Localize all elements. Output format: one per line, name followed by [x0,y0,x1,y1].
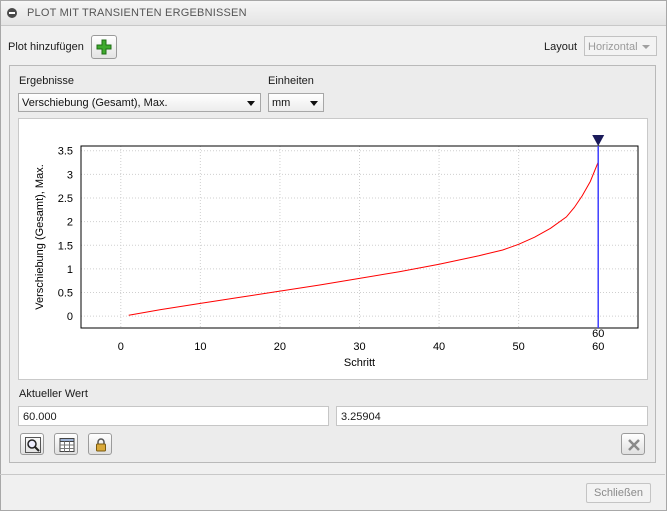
current-y-field[interactable]: 3.25904 [336,406,648,426]
add-plot-label: Plot hinzufügen [8,41,84,53]
results-value: Verschiebung (Gesamt), Max. [22,97,168,109]
chevron-down-icon [642,45,650,49]
lock-button[interactable] [88,433,112,455]
step-marker-label: 60 [592,328,604,340]
y-tick-label: 3 [67,169,73,181]
zoom-button[interactable] [20,433,44,455]
close-icon [628,439,640,451]
add-plot-button[interactable] [91,35,117,59]
current-value-label: Aktueller Wert [19,388,88,400]
current-x-field[interactable]: 60.000 [18,406,329,426]
plot-panel[interactable]: 0 0.5 1 1.5 2 2.5 3 3.5 0 10 20 30 40 50 60 Schritt Vers… [18,118,648,380]
table-button[interactable] [54,433,78,455]
x-axis-title: Schritt [344,357,375,369]
y-tick-label: 1 [67,264,73,276]
units-value: mm [272,97,291,109]
remove-plot-button[interactable] [621,433,645,455]
current-x-value: 60.000 [23,411,57,423]
transient-chart[interactable]: 0 0.5 1 1.5 2 2.5 3 3.5 0 10 20 30 40 50 60 Schritt Vers… [19,119,647,379]
current-y-value: 3.25904 [341,411,381,423]
chevron-down-icon [310,101,318,106]
close-button[interactable]: Schließen [586,483,651,503]
y-tick-label: 2.5 [58,193,73,205]
y-tick-label: 0 [67,311,73,323]
collapse-icon[interactable] [7,8,17,18]
y-tick-label: 1.5 [58,240,73,252]
units-label: Einheiten [268,75,314,87]
x-tick-label: 30 [353,341,365,353]
x-tick-label: 10 [194,341,206,353]
dialog-title: PLOT MIT TRANSIENTEN ERGEBNISSEN [27,7,247,19]
layout-label: Layout [544,41,578,53]
x-tick-label: 40 [433,341,445,353]
magnifier-icon [25,437,41,453]
y-tick-label: 2 [67,217,73,229]
layout-select[interactable]: Horizontal [584,36,657,56]
footer-divider [0,474,665,475]
results-label: Ergebnisse [19,75,75,87]
chevron-down-icon [247,101,255,106]
title-bar: PLOT MIT TRANSIENTEN ERGEBNISSEN [1,1,666,26]
lock-icon [96,438,106,452]
x-tick-label: 50 [513,341,525,353]
y-tick-label: 0.5 [58,288,73,300]
y-axis-title: Verschiebung (Gesamt), Max. [34,164,46,310]
x-tick-label: 60 [592,341,604,353]
units-select[interactable]: mm [268,93,324,112]
results-select[interactable]: Verschiebung (Gesamt), Max. [18,93,261,112]
layout-value: Horizontal [588,41,638,53]
plus-icon [96,39,112,55]
x-tick-label: 20 [274,341,286,353]
step-marker-handle[interactable] [592,135,605,146]
table-icon [59,438,75,452]
x-tick-label: 0 [118,341,124,353]
y-tick-label: 3.5 [58,146,73,158]
